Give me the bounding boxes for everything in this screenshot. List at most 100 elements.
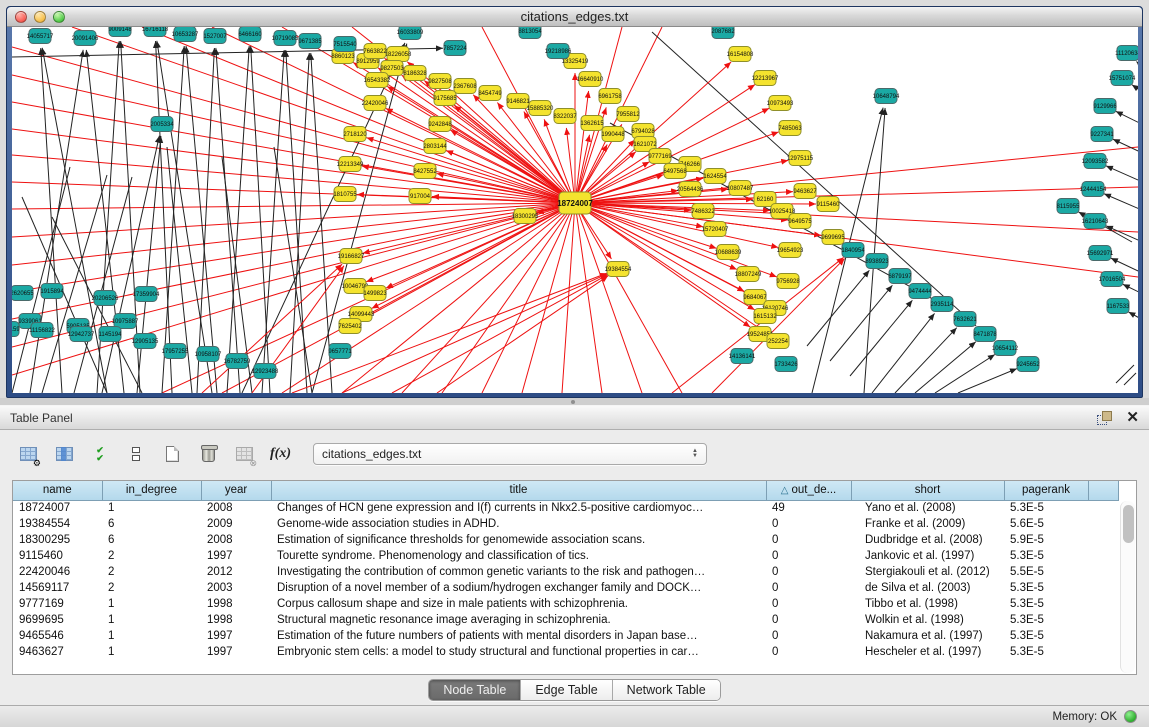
graph-node[interactable]: 10648794 — [873, 89, 900, 104]
graph-node[interactable]: 16640910 — [577, 72, 604, 87]
table-cell[interactable]: 1997 — [201, 628, 271, 644]
table-cell[interactable]: Investigating the contribution of common… — [271, 564, 766, 580]
table-cell[interactable]: de Silva et al. (2003) — [851, 580, 1004, 596]
graph-node[interactable]: 16543382 — [364, 73, 391, 88]
graph-node[interactable]: 1915894 — [40, 284, 64, 299]
graph-node[interactable]: 1733426 — [774, 357, 798, 372]
graph-node[interactable]: 7625402 — [338, 319, 362, 334]
table-cell[interactable]: 0 — [766, 564, 851, 580]
graph-node[interactable]: 18724007 — [557, 192, 593, 214]
delete-table-button[interactable]: ⊗ — [234, 444, 254, 464]
table-cell[interactable]: Corpus callosum shape and size in male p… — [271, 596, 766, 612]
graph-node[interactable]: 9009148 — [108, 27, 132, 37]
network-graph[interactable]: 1872400718300295886012389129591822605898… — [12, 27, 1138, 393]
table-row[interactable]: 977716911998Corpus callosum shape and si… — [13, 596, 1118, 612]
table-cell[interactable]: 1998 — [201, 596, 271, 612]
divider-drag-handle[interactable] — [571, 400, 575, 404]
graph-node[interactable]: 8938923 — [865, 254, 889, 269]
graph-node[interactable]: 8427552 — [413, 164, 437, 179]
tab-network-table[interactable]: Network Table — [613, 680, 720, 700]
graph-node[interactable]: 17359904 — [133, 287, 160, 302]
column-header-year[interactable]: year — [201, 481, 271, 500]
network-canvas[interactable]: 1872400718300295886012389129591822605898… — [12, 27, 1138, 393]
graph-node[interactable]: 1145194 — [99, 327, 123, 342]
graph-node[interactable]: 2718120 — [343, 127, 367, 142]
table-selector-combobox[interactable]: citations_edges.txt ▲▼ — [313, 443, 707, 465]
table-cell[interactable]: 5.9E-5 — [1004, 532, 1088, 548]
graph-node[interactable]: 1990448 — [601, 127, 625, 142]
graph-node[interactable]: 2005334 — [150, 117, 174, 132]
table-cell[interactable]: 5.3E-5 — [1004, 500, 1088, 516]
table-cell[interactable]: 2008 — [201, 500, 271, 516]
graph-node[interactable]: 7515540 — [333, 37, 357, 52]
table-cell[interactable]: 1 — [102, 596, 201, 612]
table-cell[interactable]: 5.3E-5 — [1004, 580, 1088, 596]
table-cell[interactable]: Tibbo et al. (1998) — [851, 596, 1004, 612]
table-row[interactable]: 1456911722003Disruption of a novel membe… — [13, 580, 1118, 596]
graph-node[interactable]: 2803144 — [423, 139, 447, 154]
table-row[interactable]: 1830029562008Estimation of significance … — [13, 532, 1118, 548]
table-cell[interactable]: 0 — [766, 532, 851, 548]
table-cell[interactable]: Structural magnetic resonance image aver… — [271, 612, 766, 628]
graph-node[interactable]: 22420046 — [362, 96, 389, 111]
graph-node[interactable]: 9227341 — [1090, 127, 1114, 142]
close-panel-icon[interactable]: ✕ — [1126, 411, 1139, 425]
graph-node[interactable]: 12942737 — [68, 327, 95, 342]
graph-node[interactable]: 6961758 — [598, 89, 622, 104]
graph-node[interactable]: 9129966 — [1093, 99, 1117, 114]
row-height-button[interactable] — [126, 444, 146, 464]
graph-node[interactable]: 2935114 — [931, 297, 955, 312]
table-cell[interactable]: 0 — [766, 548, 851, 564]
graph-node[interactable]: 20206526 — [92, 291, 119, 306]
graph-node[interactable]: 12923488 — [252, 364, 279, 379]
graph-node[interactable]: 19166827 — [338, 249, 365, 264]
graph-node[interactable]: 9245652 — [1016, 357, 1040, 372]
graph-node[interactable]: 6879197 — [888, 269, 912, 284]
table-cell[interactable]: 18724007 — [13, 500, 102, 516]
table-cell[interactable]: 9463627 — [13, 644, 102, 660]
table-cell[interactable]: 0 — [766, 612, 851, 628]
graph-node[interactable]: 252254 — [767, 334, 789, 349]
table-cell[interactable]: 2003 — [201, 580, 271, 596]
graph-node[interactable]: 1810755 — [333, 187, 357, 202]
graph-node[interactable]: 19218986 — [545, 44, 572, 59]
table-cell[interactable]: 1 — [102, 644, 201, 660]
graph-node[interactable]: 16716118 — [142, 27, 169, 37]
graph-node[interactable]: 18807249 — [735, 267, 762, 282]
float-panel-icon[interactable] — [1097, 411, 1112, 425]
graph-node[interactable]: 15751074 — [1109, 71, 1136, 86]
graph-node[interactable]: 9657771 — [328, 344, 352, 359]
table-row[interactable]: 1872400712008Changes of HCN gene express… — [13, 500, 1118, 516]
graph-node[interactable]: 11156822 — [29, 323, 55, 338]
graph-node[interactable]: 16154808 — [727, 47, 754, 62]
graph-node[interactable]: 16782759 — [224, 354, 251, 369]
graph-node[interactable]: 7663822 — [363, 44, 387, 59]
new-table-button[interactable] — [162, 444, 182, 464]
graph-node[interactable]: 1527007 — [203, 29, 227, 44]
table-settings-button[interactable]: ⚙ — [18, 444, 38, 464]
network-window-titlebar[interactable]: citations_edges.txt — [7, 7, 1142, 27]
graph-node[interactable]: 9175685 — [433, 91, 457, 106]
graph-node[interactable]: 2367608 — [453, 79, 477, 94]
table-cell[interactable]: 2 — [102, 548, 201, 564]
table-cell[interactable]: Stergiakouli et al. (2012) — [851, 564, 1004, 580]
graph-node[interactable]: 8813054 — [518, 27, 542, 39]
graph-node[interactable]: 1624554 — [703, 169, 727, 184]
graph-node[interactable]: 18300295 — [512, 209, 539, 224]
table-cell[interactable]: Dudbridge et al. (2008) — [851, 532, 1004, 548]
panel-divider[interactable] — [0, 398, 1149, 405]
show-columns-button[interactable] — [54, 444, 74, 464]
graph-node[interactable]: 1840954 — [841, 243, 865, 258]
graph-node[interactable]: 1362615 — [580, 116, 604, 131]
tab-node-table[interactable]: Node Table — [429, 680, 521, 700]
table-cell[interactable]: 0 — [766, 580, 851, 596]
graph-node[interactable]: 9474444 — [908, 284, 932, 299]
table-cell[interactable]: Jankovic et al. (1997) — [851, 548, 1004, 564]
table-row[interactable]: 969969511998Structural magnetic resonanc… — [13, 612, 1118, 628]
table-cell[interactable]: 1997 — [201, 644, 271, 660]
graph-node[interactable]: 10973493 — [767, 96, 794, 111]
graph-node[interactable]: 7486322 — [691, 204, 715, 219]
graph-node[interactable]: 12213349 — [337, 157, 364, 172]
graph-node[interactable]: 10719085 — [272, 31, 299, 46]
graph-node[interactable]: 20091406 — [72, 31, 99, 46]
